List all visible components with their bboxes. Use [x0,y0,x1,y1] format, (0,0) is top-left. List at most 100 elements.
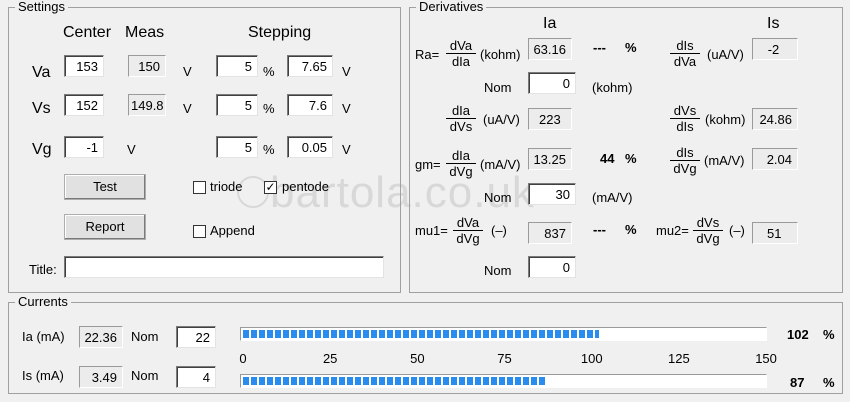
ia-current-value: 22.36 [79,326,123,348]
ra-fraction: dVa dIa [446,38,476,69]
is-progress-fill [243,377,546,385]
mu1-nom-label: Nom [484,263,512,278]
mu1-unit: (–) [491,223,507,238]
gm-denominator: dVg [449,164,473,179]
settings-title: Settings [15,0,68,14]
append-checkbox[interactable] [193,225,206,238]
vg-center-input[interactable]: -1 [64,136,104,158]
vs-meas-value: 149.8 [128,94,166,116]
scale-tick-label: 150 [755,351,777,366]
mu1-nom-input[interactable]: 0 [528,256,576,278]
vs-step-pct-input[interactable]: 5 [216,94,258,116]
stepping-header: Stepping [248,24,312,41]
dia-dvs-numerator: dIa [446,103,476,119]
report-button[interactable]: Report [64,214,146,240]
scale-tick-label: 125 [668,351,690,366]
ra-unit: (kohm) [480,47,521,62]
va-step-val-input[interactable]: 7.65 [287,55,333,77]
ra-pct: % [625,40,637,55]
ra-label: Ra= [415,47,440,62]
dvs-dis-value: 24.86 [752,108,798,130]
dia-dvs-denominator: dVs [449,119,473,134]
ia-column-header: Ia [543,15,557,32]
is-current-label: Is (mA) [22,368,64,383]
is-current-value: 3.49 [79,366,123,388]
check-icon: ✓ [265,180,276,194]
va-unit: V [183,64,192,79]
vg-step-pct-input[interactable]: 5 [216,136,258,158]
is-progress-bar [240,374,767,388]
mu1-denominator: dVg [456,231,480,246]
dvs-dis-denominator: dIs [676,119,694,134]
ia-nom-input[interactable]: 22 [176,326,216,348]
mu2-denominator: dVg [696,231,720,246]
center-header: Center [63,24,112,41]
ra-nom-label: Nom [484,80,512,95]
vs-unit: V [183,101,192,116]
gm-label: gm= [415,157,441,172]
scale-tick-label: 75 [497,351,512,366]
mu2-fraction: dVs dVg [693,215,723,246]
ra-deviation: --- [593,40,606,55]
scale-tick-label: 50 [410,351,425,366]
vg-unit: V [127,142,136,157]
dia-dvs-unit: (uA/V) [483,112,520,127]
vg-step-val-input[interactable]: 0.05 [287,136,333,158]
title-input[interactable] [64,256,384,278]
gm-deviation: 44 [600,151,615,166]
mu1-value: 837 [528,222,572,244]
ia-progress-bar [240,327,767,341]
ra-value: 63.16 [528,38,572,60]
ia-current-label: Ia (mA) [22,329,65,344]
gm-nom-input[interactable]: 30 [528,183,576,205]
triode-checkbox[interactable] [193,181,206,194]
ia-nom-label: Nom [131,329,159,344]
gm-fraction: dIa dVg [446,148,476,179]
gm-numerator: dIa [446,148,476,164]
gm-nom-unit: (mA/V) [592,190,633,205]
vs-step-unit: V [342,101,351,116]
vg-step-unit: V [342,142,351,157]
mu2-label: mu2= [656,223,689,238]
meas-header: Meas [125,24,165,41]
dis-dvg-unit: (mA/V) [704,153,745,168]
vg-label: Vg [32,141,52,158]
vs-center-input[interactable]: 152 [64,94,104,116]
mu1-numerator: dVa [453,215,483,231]
va-label: Va [32,64,51,81]
is-nom-input[interactable]: 4 [176,366,216,388]
vs-step-val-input[interactable]: 7.6 [287,94,333,116]
vs-pct-sign: % [263,101,275,116]
ra-nom-input[interactable]: 0 [528,72,576,94]
va-meas-value: 150 [128,55,166,77]
va-center-input[interactable]: 153 [64,55,104,77]
mu2-numerator: dVs [693,215,723,231]
dis-dvg-denominator: dVg [673,161,697,176]
scale-tick-label: 0 [239,351,247,366]
triode-label: triode [210,179,243,194]
va-step-unit: V [342,64,351,79]
dis-dvg-value: 2.04 [752,148,798,170]
mu1-fraction: dVa dVg [453,215,483,246]
dis-dvg-fraction: dIs dVg [670,145,700,176]
pentode-checkbox[interactable]: ✓ [264,181,277,194]
append-label: Append [210,223,255,238]
scale-tick-label: 25 [322,351,338,366]
dia-dvs-fraction: dIa dVs [446,103,476,134]
gm-nom-label: Nom [484,190,512,205]
is-nom-label: Nom [131,368,159,383]
ia-progress-fill [243,330,599,338]
dvs-dis-unit: (kohm) [705,112,746,127]
ra-denominator: dIa [451,54,471,69]
pentode-label: pentode [282,179,329,194]
mu1-deviation: --- [593,222,606,237]
vs-label: Vs [32,100,51,117]
va-step-pct-input[interactable]: 5 [216,55,258,77]
dis-dva-denominator: dVa [673,54,697,69]
scale-tick-label: 100 [580,351,603,366]
test-button[interactable]: Test [64,174,146,200]
ra-nom-unit: (kohm) [592,80,633,95]
title-label: Title: [29,262,57,277]
dis-dvg-numerator: dIs [670,145,700,161]
ia-percent-sign: % [823,327,835,342]
